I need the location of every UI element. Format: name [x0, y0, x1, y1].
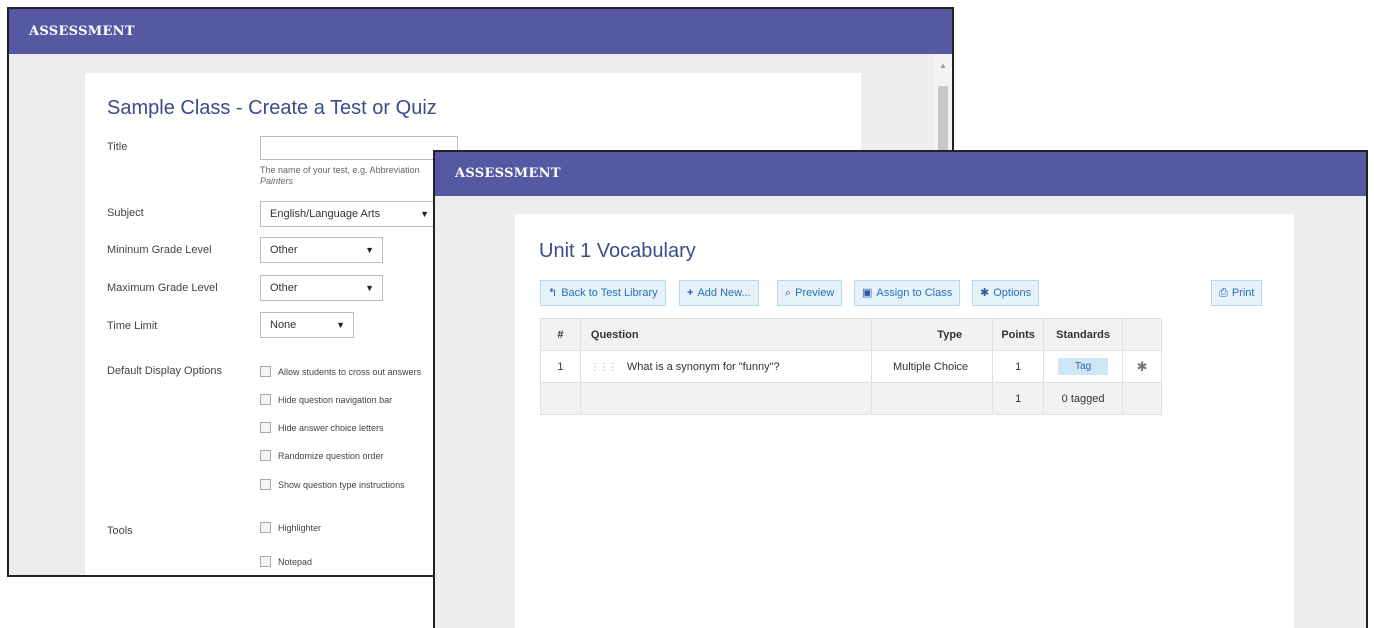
assign-board-icon: ▣ — [862, 287, 873, 299]
app-header: ASSESSMENT — [435, 152, 1366, 196]
plus-icon: + — [687, 287, 694, 299]
display-options-label: Default Display Options — [107, 365, 222, 377]
standards-summary: 0 tagged — [1043, 382, 1124, 415]
option-randomize-order[interactable]: Randomize question order — [260, 449, 384, 463]
content-area: Unit 1 Vocabulary ↰ Back to Test Library … — [435, 196, 1366, 628]
caret-down-icon: ▼ — [365, 283, 374, 293]
preview-button[interactable]: ⌕ Preview — [777, 280, 843, 306]
app-title: ASSESSMENT — [29, 24, 135, 39]
checkbox[interactable] — [260, 450, 271, 462]
tool-notepad[interactable]: Notepad — [260, 555, 312, 569]
print-button[interactable]: ⎙ Print — [1211, 280, 1263, 306]
gear-icon: ✱ — [980, 287, 990, 299]
tool-highlighter[interactable]: Highlighter — [260, 521, 321, 535]
question-number: 1 — [540, 350, 581, 383]
question-type: Multiple Choice — [871, 350, 994, 383]
drag-handle-icon[interactable]: ⋮⋮⋮ — [590, 362, 618, 373]
scroll-up-arrow-icon[interactable]: ▲ — [938, 62, 948, 70]
title-input[interactable] — [260, 136, 458, 160]
questions-table: # Question Type Points Standards 1 ⋮⋮⋮ Wh… — [540, 318, 1162, 415]
option-hide-choice-letters[interactable]: Hide answer choice letters — [260, 421, 384, 435]
options-button[interactable]: ✱ Options — [972, 280, 1040, 306]
checkbox[interactable] — [260, 394, 271, 406]
col-type-header: Type — [871, 318, 994, 351]
search-icon: ⌕ — [785, 287, 792, 299]
min-grade-select[interactable]: Other ▼ — [260, 237, 383, 263]
checkbox[interactable] — [260, 422, 271, 434]
subject-select[interactable]: English/Language Arts ▼ — [260, 201, 438, 227]
page-title: Sample Class - Create a Test or Quiz — [107, 97, 437, 119]
col-number-header: # — [540, 318, 581, 351]
standards-cell: Tag — [1043, 350, 1124, 383]
checkbox[interactable] — [260, 479, 271, 491]
title-help-text: The name of your test, e.g. Abbreviation… — [260, 165, 420, 186]
question-points: 1 — [992, 350, 1045, 383]
time-limit-label: Time Limit — [107, 320, 158, 332]
col-standards-header: Standards — [1043, 318, 1124, 351]
app-title: ASSESSMENT — [455, 166, 561, 181]
option-cross-out-answers[interactable]: Allow students to cross out answers — [260, 365, 421, 379]
caret-down-icon: ▼ — [336, 320, 345, 330]
title-label: Title — [107, 141, 128, 153]
table-header-row: # Question Type Points Standards — [540, 318, 1162, 351]
app-header: ASSESSMENT — [9, 9, 952, 54]
question-cell[interactable]: ⋮⋮⋮ What is a synonym for "funny"? — [579, 350, 873, 383]
max-grade-select[interactable]: Other ▼ — [260, 275, 383, 301]
test-editor-card: Unit 1 Vocabulary ↰ Back to Test Library … — [515, 214, 1294, 628]
table-footer-row: 1 0 tagged — [540, 382, 1162, 415]
col-question-header: Question — [579, 318, 873, 351]
max-grade-label: Maximum Grade Level — [107, 282, 218, 294]
printer-icon: ⎙ — [1219, 287, 1228, 299]
page-title: Unit 1 Vocabulary — [539, 240, 696, 262]
time-limit-select[interactable]: None ▼ — [260, 312, 354, 338]
caret-down-icon: ▼ — [365, 245, 374, 255]
subject-label: Subject — [107, 207, 144, 219]
tag-button[interactable]: Tag — [1058, 358, 1109, 375]
checkbox[interactable] — [260, 522, 271, 534]
col-actions-header — [1122, 318, 1162, 351]
reply-arrow-icon: ↰ — [548, 287, 558, 299]
option-show-type-instructions[interactable]: Show question type instructions — [260, 478, 405, 492]
checkbox[interactable] — [260, 556, 271, 568]
test-editor-window: ASSESSMENT Unit 1 Vocabulary ↰ Back to Te… — [433, 150, 1368, 628]
min-grade-label: Mininum Grade Level — [107, 244, 212, 256]
row-settings-gear-icon[interactable]: ✱ — [1122, 350, 1162, 383]
tools-label: Tools — [107, 525, 133, 537]
add-new-button[interactable]: + Add New... — [679, 280, 759, 306]
option-hide-navigation-bar[interactable]: Hide question navigation bar — [260, 393, 392, 407]
back-to-library-button[interactable]: ↰ Back to Test Library — [540, 280, 666, 306]
points-total: 1 — [992, 382, 1045, 415]
table-row[interactable]: 1 ⋮⋮⋮ What is a synonym for "funny"? Mult… — [540, 350, 1162, 383]
checkbox[interactable] — [260, 366, 271, 378]
assign-to-class-button[interactable]: ▣ Assign to Class — [854, 280, 961, 306]
col-points-header: Points — [992, 318, 1045, 351]
caret-down-icon: ▼ — [420, 209, 429, 219]
